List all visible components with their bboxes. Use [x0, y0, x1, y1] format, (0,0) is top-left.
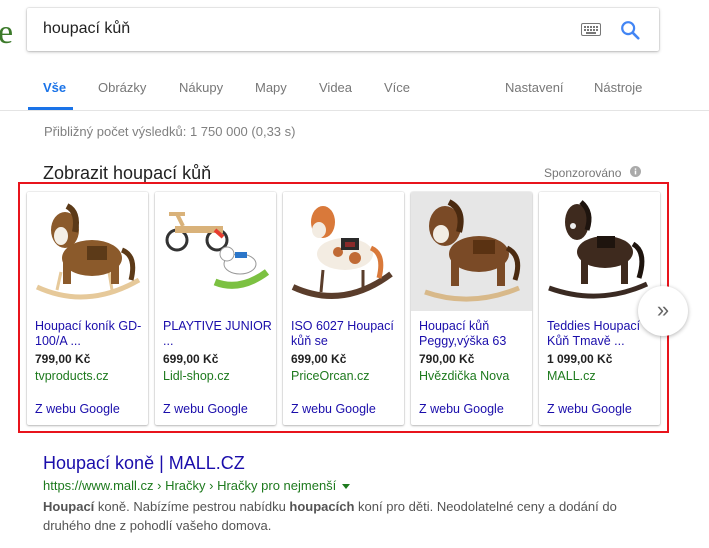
tab-maps[interactable]: Mapy [255, 80, 287, 95]
tab-videos[interactable]: Videa [319, 80, 352, 95]
tab-tools[interactable]: Nástroje [594, 80, 642, 95]
google-logo-fragment[interactable]: e [0, 14, 13, 52]
chevron-right-icon: » [656, 297, 670, 322]
sponsored-label: Sponzorováno [544, 166, 622, 180]
from-google-link[interactable]: Z webu Google [547, 402, 632, 416]
tab-settings[interactable]: Nastavení [505, 80, 564, 95]
search-tabs: Vše Obrázky Nákupy Mapy Videa Více Nasta… [0, 66, 709, 111]
product-image[interactable] [27, 192, 148, 311]
search-input[interactable]: houpací kůň [43, 20, 130, 38]
product-store: tvproducts.cz [35, 369, 109, 383]
product-store: PriceOrcan.cz [291, 369, 370, 383]
snippet-bold: Houpací [43, 499, 95, 514]
shopping-heading[interactable]: Zobrazit houpací kůň [43, 163, 211, 184]
result-breadcrumb[interactable]: https://www.mall.cz › Hračky › Hračky pr… [43, 478, 336, 493]
product-price: 799,00 Kč [35, 352, 91, 366]
product-image[interactable] [539, 192, 660, 311]
product-card[interactable]: PLAYTIVE JUNIOR ... 699,00 Kč Lidl-shop.… [155, 192, 276, 425]
product-store: Hvězdička Nova [419, 369, 510, 383]
product-store: MALL.cz [547, 369, 596, 383]
info-icon[interactable] [630, 166, 641, 177]
product-price: 1 099,00 Kč [547, 352, 613, 366]
product-title[interactable]: Houpací kůň Peggy,výška 63 [419, 319, 529, 349]
product-card[interactable]: Houpací koník GD-100/A ... 799,00 Kč tvp… [27, 192, 148, 425]
product-image[interactable] [283, 192, 404, 311]
from-google-link[interactable]: Z webu Google [35, 402, 120, 416]
result-url[interactable]: https://www.mall.cz › Hračky › Hračky pr… [43, 478, 351, 493]
keyboard-icon[interactable] [581, 23, 601, 36]
result-snippet: Houpací koně. Nabízíme pestrou nabídku h… [43, 497, 643, 535]
product-title[interactable]: Houpací koník GD-100/A ... [35, 319, 145, 349]
product-price: 699,00 Kč [291, 352, 347, 366]
product-price: 790,00 Kč [419, 352, 475, 366]
product-title[interactable]: ISO 6027 Houpací kůň se [291, 319, 401, 349]
product-image[interactable] [411, 192, 532, 311]
carousel-next-button[interactable]: » [638, 286, 688, 336]
from-google-link[interactable]: Z webu Google [419, 402, 504, 416]
active-tab-indicator [28, 107, 73, 110]
product-card[interactable]: Houpací kůň Peggy,výška 63 790,00 Kč Hvě… [411, 192, 532, 425]
product-card[interactable]: ISO 6027 Houpací kůň se 699,00 Kč PriceO… [283, 192, 404, 425]
tab-images[interactable]: Obrázky [98, 80, 146, 95]
tab-all[interactable]: Vše [43, 80, 66, 95]
product-store: Lidl-shop.cz [163, 369, 230, 383]
from-google-link[interactable]: Z webu Google [163, 402, 248, 416]
product-price: 699,00 Kč [163, 352, 219, 366]
tab-shopping[interactable]: Nákupy [179, 80, 223, 95]
search-box[interactable]: houpací kůň [27, 8, 659, 51]
tab-more[interactable]: Více [384, 80, 410, 95]
result-title-link[interactable]: Houpací koně | MALL.CZ [43, 453, 245, 474]
from-google-link[interactable]: Z webu Google [291, 402, 376, 416]
search-icon[interactable] [619, 19, 641, 41]
result-stats: Přibližný počet výsledků: 1 750 000 (0,3… [44, 124, 296, 139]
snippet-bold: houpacích [289, 499, 355, 514]
caret-down-icon[interactable] [342, 484, 351, 490]
snippet-text: koně. Nabízíme pestrou nabídku [94, 499, 290, 514]
product-image[interactable] [155, 192, 276, 311]
product-title[interactable]: PLAYTIVE JUNIOR ... [163, 319, 273, 349]
